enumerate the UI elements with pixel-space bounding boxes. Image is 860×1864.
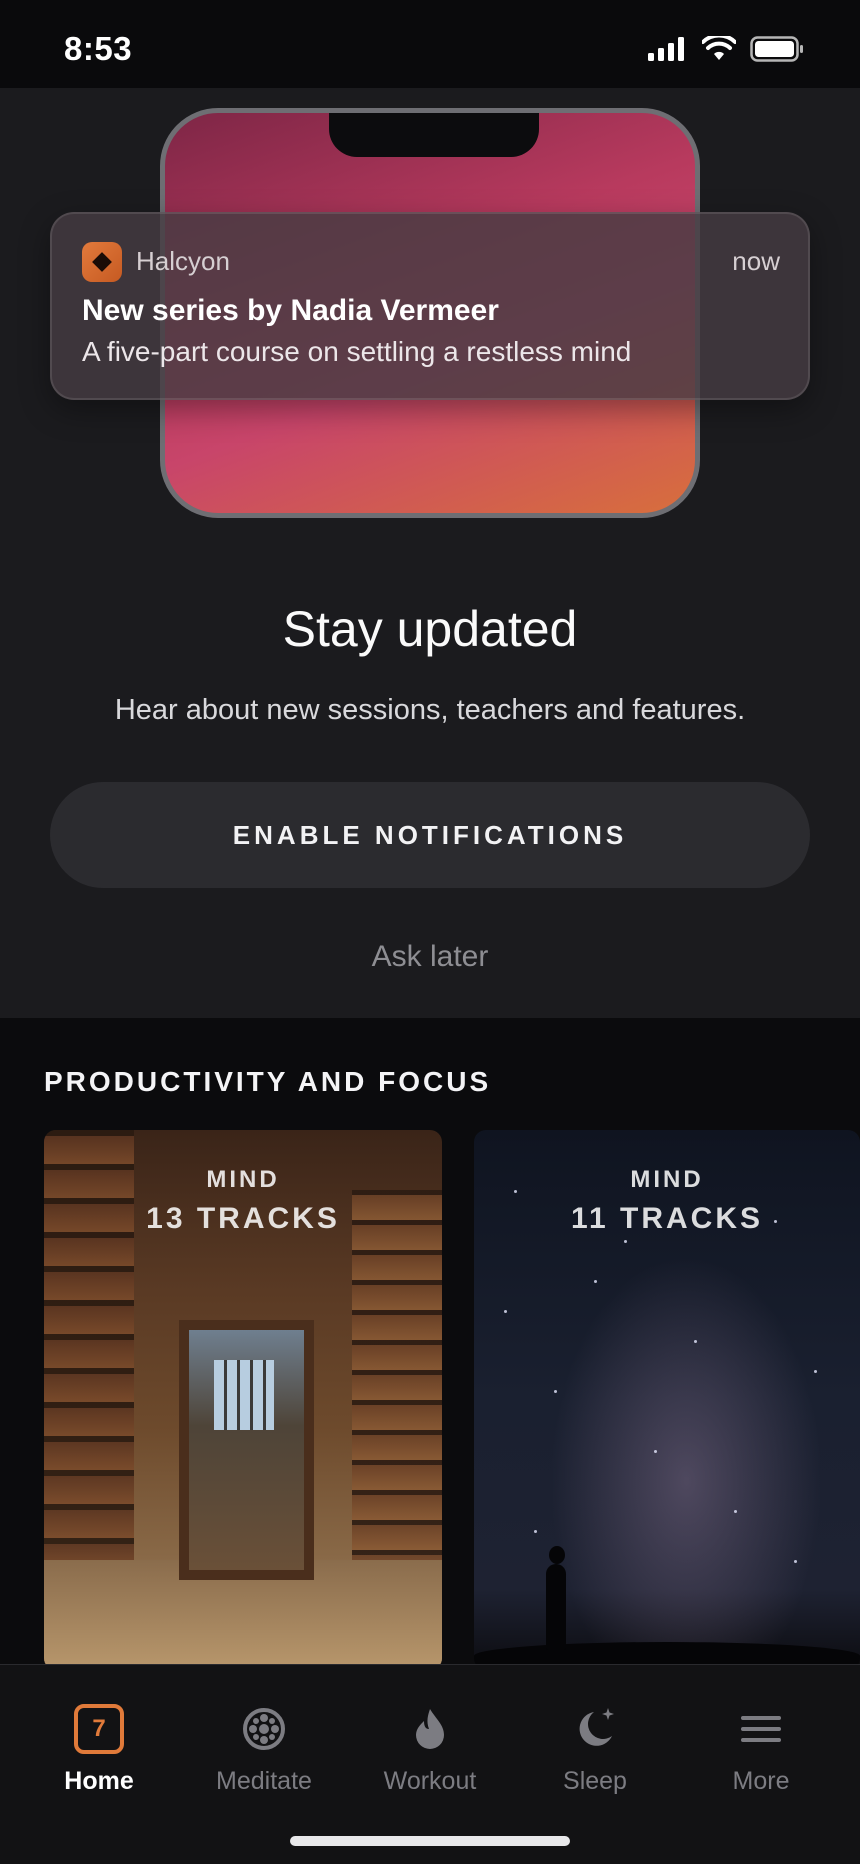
notification-time: now <box>732 246 780 276</box>
meditate-icon <box>243 1708 285 1750</box>
phone-notch <box>329 113 539 157</box>
card-kicker: MIND <box>630 1166 704 1193</box>
cellular-signal-icon <box>648 37 684 61</box>
battery-icon <box>750 36 803 62</box>
home-icon: 7 <box>74 1704 124 1754</box>
notification-app-name: Halcyon <box>136 246 230 276</box>
tab-meditate[interactable]: Meditate <box>184 1701 344 1796</box>
notification-title: New series by Nadia Vermeer <box>82 294 499 327</box>
sample-notification: Halcyon now New series by Nadia Vermeer … <box>50 212 810 400</box>
tab-bar: 7 Home Meditate Workout Sleep More <box>0 1664 860 1864</box>
notification-body: A five-part course on settling a restles… <box>82 336 632 367</box>
status-bar: 8:53 <box>0 0 860 88</box>
tab-sleep[interactable]: Sleep <box>515 1701 675 1796</box>
ask-later-button[interactable]: Ask later <box>0 940 860 974</box>
tab-more[interactable]: More <box>681 1701 841 1796</box>
promo-subtitle: Hear about new sessions, teachers and fe… <box>114 694 746 726</box>
collection-card-library[interactable]: MIND 13 TRACKS <box>44 1130 442 1670</box>
home-indicator <box>290 1836 570 1846</box>
wifi-icon <box>702 36 736 60</box>
tab-label: Workout <box>383 1767 477 1795</box>
enable-notifications-button[interactable]: ENABLE NOTIFICATIONS <box>50 782 810 888</box>
card-track-count: 11 TRACKS <box>570 1202 764 1235</box>
tab-label: Home <box>64 1767 134 1795</box>
flame-icon <box>416 1709 444 1749</box>
promo-title: Stay updated <box>282 601 578 657</box>
tab-label: More <box>732 1767 790 1795</box>
tab-label: Sleep <box>563 1767 627 1795</box>
card-track-count: 13 TRACKS <box>146 1202 340 1235</box>
card-label: MIND 13 TRACKS <box>44 1166 442 1236</box>
tab-home[interactable]: 7 Home <box>19 1701 179 1796</box>
status-time: 8:53 <box>64 30 133 67</box>
section-title: PRODUCTIVITY AND FOCUS <box>44 1066 492 1097</box>
person-silhouette <box>546 1546 566 1650</box>
menu-icon <box>741 1716 781 1742</box>
moon-stars-icon <box>579 1708 614 1746</box>
tab-label: Meditate <box>216 1767 312 1795</box>
card-label: MIND 11 TRACKS <box>474 1166 860 1236</box>
status-icons <box>648 36 804 62</box>
collection-card-night-sky[interactable]: MIND 11 TRACKS <box>474 1130 860 1670</box>
tab-workout[interactable]: Workout <box>350 1701 510 1796</box>
card-kicker: MIND <box>206 1166 280 1193</box>
halcyon-app-icon <box>82 242 122 282</box>
notification-promo: Halcyon now New series by Nadia Vermeer … <box>0 88 860 1018</box>
